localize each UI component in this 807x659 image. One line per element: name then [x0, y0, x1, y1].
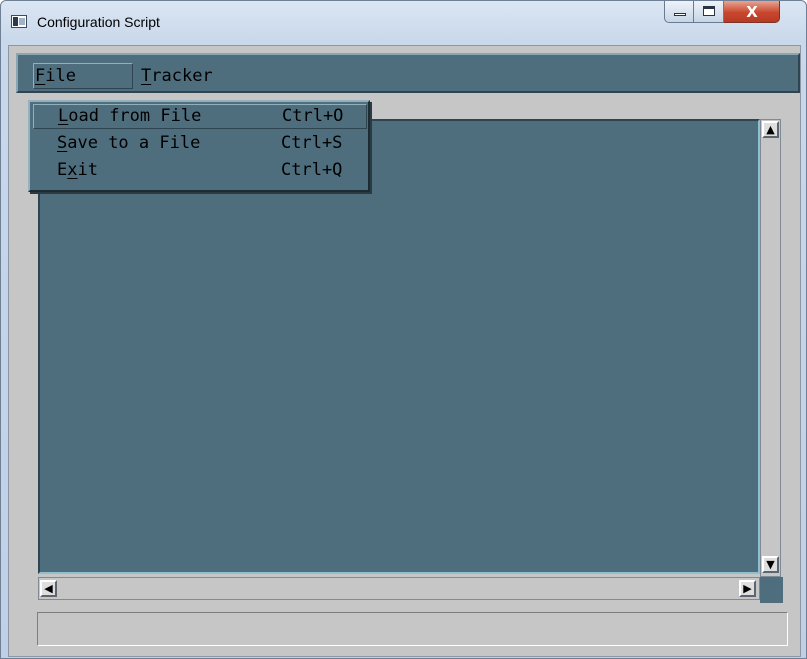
- scroll-right-button[interactable]: ▶: [739, 580, 756, 597]
- menu-item-shortcut: Ctrl+S: [281, 133, 343, 153]
- menu-item-shortcut: Ctrl+Q: [281, 160, 343, 180]
- scroll-down-button[interactable]: ▼: [762, 556, 779, 573]
- minimize-icon: [674, 13, 686, 16]
- close-button[interactable]: X: [724, 1, 780, 23]
- app-icon: [11, 15, 27, 28]
- menu-item-label: Save to a File: [57, 133, 201, 153]
- menu-item-label: Load from File: [58, 106, 202, 126]
- menu-item-exit[interactable]: Exit Ctrl+Q: [33, 158, 367, 183]
- arrow-right-icon: ▶: [743, 582, 752, 595]
- menu-file[interactable]: File: [33, 63, 133, 89]
- arrow-up-icon: ▲: [766, 123, 775, 136]
- scroll-up-button[interactable]: ▲: [762, 121, 779, 138]
- close-icon: X: [746, 3, 758, 21]
- menu-item-label: Exit: [57, 160, 98, 180]
- caption-buttons: X: [664, 1, 780, 23]
- menu-tracker-mnemonic: T: [141, 66, 152, 86]
- menu-item-save-to-file[interactable]: Save to a File Ctrl+S: [33, 131, 367, 156]
- minimize-button[interactable]: [664, 1, 694, 23]
- scroll-left-button[interactable]: ◀: [40, 580, 57, 597]
- menu-bar: File Tracker: [16, 53, 800, 93]
- menu-file-label: ile: [45, 66, 76, 86]
- window-title: Configuration Script: [37, 14, 160, 30]
- vertical-scrollbar[interactable]: ▲ ▼: [760, 119, 781, 577]
- title-bar[interactable]: Configuration Script X: [1, 1, 806, 45]
- menu-tracker[interactable]: Tracker: [139, 63, 214, 89]
- menu-file-mnemonic: F: [35, 66, 46, 86]
- status-bar: [37, 612, 788, 646]
- maximize-icon: [703, 6, 715, 16]
- file-menu-dropdown: Load from File Ctrl+O Save to a File Ctr…: [28, 100, 370, 192]
- scrollbar-corner: [760, 577, 783, 603]
- horizontal-scrollbar[interactable]: ◀ ▶: [38, 577, 760, 600]
- arrow-down-icon: ▼: [766, 558, 775, 571]
- menu-tracker-label: racker: [151, 66, 213, 86]
- menu-item-shortcut: Ctrl+O: [282, 106, 344, 126]
- menu-item-load-from-file[interactable]: Load from File Ctrl+O: [33, 104, 367, 129]
- maximize-button[interactable]: [694, 1, 724, 23]
- arrow-left-icon: ◀: [44, 582, 53, 595]
